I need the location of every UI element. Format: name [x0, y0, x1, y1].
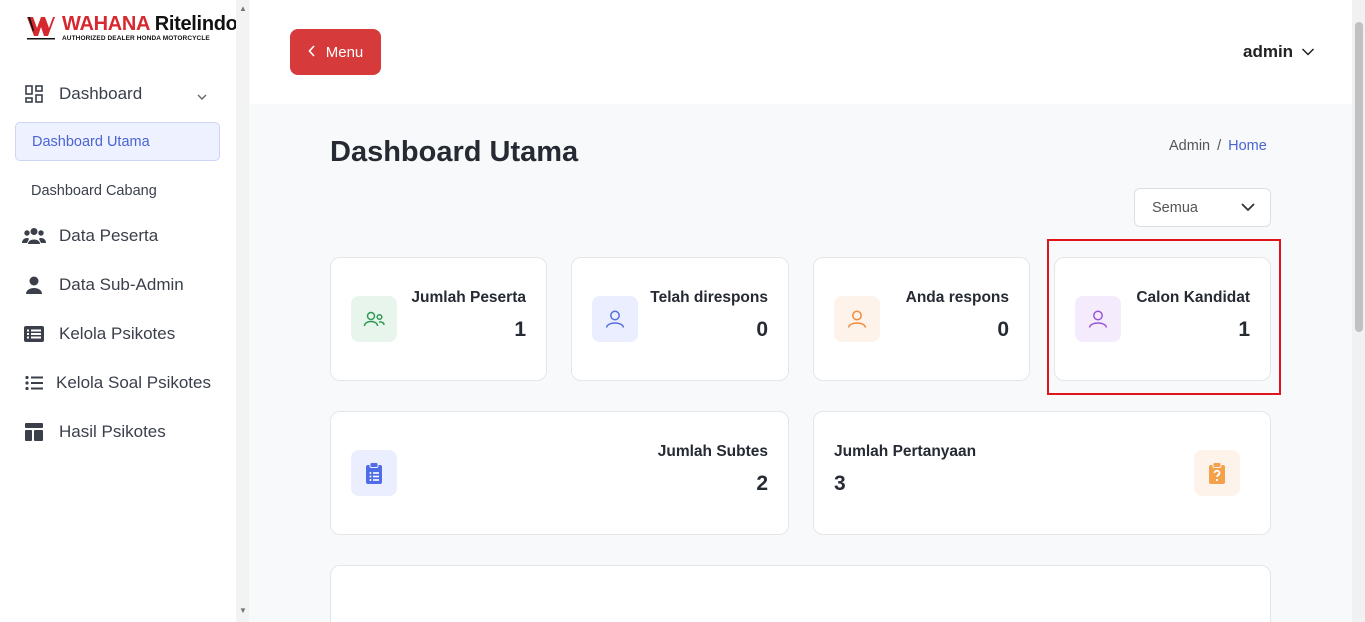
filter-select-value: Semua [1152, 199, 1198, 216]
sidebar-item-label: Kelola Soal Psikotes [56, 373, 211, 392]
list-box-icon [22, 326, 46, 342]
topbar [250, 0, 1352, 104]
page-title: Dashboard Utama [330, 136, 579, 168]
sidebar-item-label: Dashboard [59, 84, 143, 103]
stat-label: Jumlah Subtes [657, 443, 768, 460]
brand-name: WAHANA Ritelindo [62, 13, 238, 35]
scroll-up-arrow-icon[interactable]: ▲ [239, 4, 247, 13]
sidebar-subitem-dashboard-utama[interactable]: Dashboard Utama [15, 122, 220, 161]
sidebar-item-kelola-psikotes[interactable]: Kelola Psikotes [22, 324, 175, 344]
chevron-left-icon [308, 44, 316, 61]
clipboard-list-icon [351, 450, 397, 496]
sidebar-item-label: Data Peserta [59, 226, 159, 245]
stat-card-jumlah-peserta[interactable]: Jumlah Peserta 1 [330, 257, 547, 381]
breadcrumb: Admin / Home [1169, 138, 1267, 154]
stat-label: Jumlah Pertanyaan [834, 443, 977, 460]
breadcrumb-parent[interactable]: Admin [1169, 138, 1210, 154]
sidebar-subitem-dashboard-cabang[interactable]: Dashboard Cabang [15, 171, 220, 210]
stat-label: Jumlah Peserta [411, 289, 526, 306]
menu-button[interactable]: Menu [290, 29, 381, 75]
stat-value: 1 [514, 318, 526, 341]
stat-value: 0 [997, 318, 1009, 341]
content-card [330, 565, 1271, 622]
brand-tagline: AUTHORIZED DEALER HONDA MOTORCYCLE [62, 35, 210, 42]
menu-button-label: Menu [325, 43, 364, 61]
chevron-down-icon [1240, 201, 1256, 217]
user-icon [22, 276, 46, 294]
sidebar: WAHANA Ritelindo AUTHORIZED DEALER HONDA… [0, 0, 238, 622]
sidebar-item-dashboard[interactable]: Dashboard [22, 84, 207, 104]
list-icon [22, 375, 46, 391]
scroll-down-arrow-icon[interactable]: ▼ [239, 606, 247, 615]
stat-value: 3 [834, 472, 846, 495]
sidebar-scrollbar[interactable]: ▲ ▼ [236, 0, 249, 622]
filter-select[interactable]: Semua [1134, 188, 1271, 227]
sidebar-item-label: Hasil Psikotes [59, 422, 166, 441]
sidebar-item-hasil-psikotes[interactable]: Hasil Psikotes [22, 422, 166, 442]
user-icon [834, 296, 880, 342]
clipboard-question-icon [1194, 450, 1240, 496]
user-menu[interactable]: admin [1243, 42, 1315, 62]
stat-card-telah-direspons[interactable]: Telah direspons 0 [571, 257, 789, 381]
user-icon [592, 296, 638, 342]
highlight-box [1047, 239, 1281, 395]
users-icon [22, 227, 46, 245]
brand-logo[interactable]: WAHANA Ritelindo AUTHORIZED DEALER HONDA… [26, 14, 238, 42]
stat-card-jumlah-subtes[interactable]: Jumlah Subtes 2 [330, 411, 789, 535]
stat-value: 0 [756, 318, 768, 341]
sidebar-item-data-sub-admin[interactable]: Data Sub-Admin [22, 275, 184, 295]
user-name: admin [1243, 42, 1294, 61]
layout-icon [22, 423, 46, 441]
sidebar-item-data-peserta[interactable]: Data Peserta [22, 226, 158, 246]
sidebar-item-label: Data Sub-Admin [59, 275, 184, 294]
main-scrollbar[interactable] [1352, 0, 1365, 622]
stat-label: Anda respons [905, 289, 1009, 306]
users-icon [351, 296, 397, 342]
breadcrumb-separator: / [1217, 138, 1222, 154]
stat-card-anda-respons[interactable]: Anda respons 0 [813, 257, 1030, 381]
chevron-down-icon [1301, 42, 1315, 62]
sidebar-item-kelola-soal-psikotes[interactable]: Kelola Soal Psikotes [22, 373, 211, 393]
breadcrumb-current[interactable]: Home [1228, 138, 1267, 154]
scrollbar-thumb[interactable] [1355, 22, 1363, 332]
stat-value: 2 [756, 472, 768, 495]
stat-card-jumlah-pertanyaan[interactable]: Jumlah Pertanyaan 3 [813, 411, 1271, 535]
wahana-logo-icon [26, 14, 56, 42]
chevron-down-icon [196, 88, 208, 108]
dashboard-grid-icon [22, 85, 46, 103]
sidebar-item-label: Kelola Psikotes [59, 324, 176, 343]
stat-label: Telah direspons [650, 289, 768, 306]
